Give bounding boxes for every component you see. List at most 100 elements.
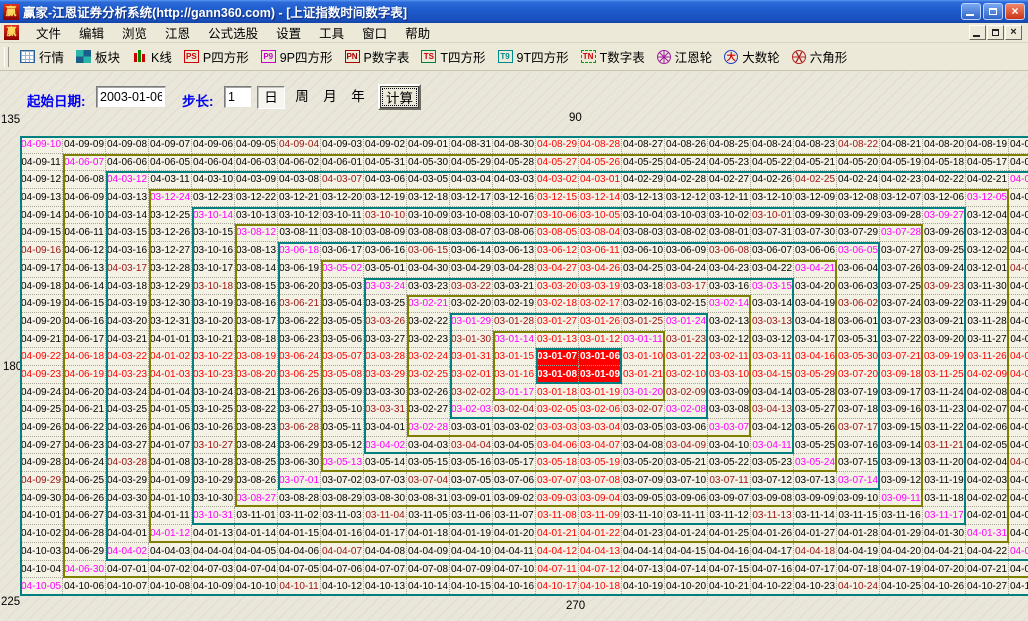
date-cell-04-02-09[interactable]: 04-02-09 — [966, 366, 1009, 384]
date-cell-03-06-03[interactable]: 03-06-03 — [837, 278, 880, 296]
date-cell-04-09-12[interactable]: 04-09-12 — [20, 171, 63, 189]
date-cell-03-11-07[interactable]: 03-11-07 — [493, 507, 536, 525]
date-cell-04-03-03[interactable]: 04-03-03 — [493, 171, 536, 189]
date-cell-03-09-12[interactable]: 03-09-12 — [880, 472, 923, 490]
date-cell-03-09-04[interactable]: 03-09-04 — [579, 490, 622, 508]
date-cell-03-04-04[interactable]: 03-04-04 — [450, 437, 493, 455]
date-cell-04-09-02[interactable]: 04-09-02 — [364, 136, 407, 154]
date-cell-04-09-09[interactable]: 04-09-09 — [63, 136, 106, 154]
date-cell-04-06-03[interactable]: 04-06-03 — [235, 154, 278, 172]
date-cell-04-06-18[interactable]: 04-06-18 — [63, 348, 106, 366]
date-cell-03-09-21[interactable]: 03-09-21 — [923, 313, 966, 331]
date-cell-03-04-02[interactable]: 03-04-02 — [364, 437, 407, 455]
date-cell-04-07-05[interactable]: 04-07-05 — [278, 561, 321, 579]
date-cell-03-07-09[interactable]: 03-07-09 — [622, 472, 665, 490]
date-cell-04-08-30[interactable]: 04-08-30 — [493, 136, 536, 154]
date-cell-04-09-03[interactable]: 04-09-03 — [321, 136, 364, 154]
date-cell-04-10-21[interactable]: 04-10-21 — [708, 578, 751, 596]
date-cell-04-01-03[interactable]: 04-01-03 — [149, 366, 192, 384]
date-cell-03-03-04[interactable]: 03-03-04 — [579, 419, 622, 437]
date-cell-03-03-20[interactable]: 03-03-20 — [536, 278, 579, 296]
date-cell-03-04-21[interactable]: 03-04-21 — [794, 260, 837, 278]
step-input[interactable] — [224, 86, 252, 108]
date-cell-04-10-13[interactable]: 04-10-13 — [364, 578, 407, 596]
date-cell-04-06-01[interactable]: 04-06-01 — [321, 154, 364, 172]
date-cell-04-07-11[interactable]: 04-07-11 — [536, 561, 579, 579]
date-cell-03-07-18[interactable]: 03-07-18 — [837, 401, 880, 419]
date-cell-03-11-30[interactable]: 03-11-30 — [966, 278, 1009, 296]
date-cell-03-05-31[interactable]: 03-05-31 — [837, 331, 880, 349]
date-cell-03-02-06[interactable]: 03-02-06 — [579, 401, 622, 419]
date-cell-03-12-16[interactable]: 03-12-16 — [493, 189, 536, 207]
date-cell-04-02-02[interactable]: 04-02-02 — [966, 490, 1009, 508]
date-cell-03-07-14[interactable]: 03-07-14 — [837, 472, 880, 490]
date-cell-03-08-09[interactable]: 03-08-09 — [364, 224, 407, 242]
date-cell-03-05-01[interactable]: 03-05-01 — [364, 260, 407, 278]
date-cell-04-04-15[interactable]: 04-04-15 — [665, 543, 708, 561]
date-cell-04-05-24[interactable]: 04-05-24 — [665, 154, 708, 172]
date-cell-03-09-03[interactable]: 03-09-03 — [536, 490, 579, 508]
date-cell-04-08-24[interactable]: 04-08-24 — [751, 136, 794, 154]
date-cell-03-10-14[interactable]: 03-10-14 — [192, 207, 235, 225]
date-cell-03-02-28[interactable]: 03-02-28 — [407, 419, 450, 437]
date-cell-04-01-04[interactable]: 04-01-04 — [149, 384, 192, 402]
date-cell-03-08-22[interactable]: 03-08-22 — [235, 401, 278, 419]
date-cell-03-05-10[interactable]: 03-05-10 — [321, 401, 364, 419]
date-cell-03-07-03[interactable]: 03-07-03 — [364, 472, 407, 490]
date-cell-04-09-10[interactable]: 04-09-10 — [20, 136, 63, 154]
date-cell-03-03-01[interactable]: 03-03-01 — [450, 419, 493, 437]
date-cell-03-02-23[interactable]: 03-02-23 — [407, 331, 450, 349]
period-button-年[interactable]: 年 — [345, 86, 371, 107]
date-cell-03-08-17[interactable]: 03-08-17 — [235, 313, 278, 331]
date-cell-03-01-22[interactable]: 03-01-22 — [665, 348, 708, 366]
date-cell-04-02-18[interactable]: 04-02-18 — [1009, 207, 1028, 225]
date-cell-03-09-16[interactable]: 03-09-16 — [880, 401, 923, 419]
date-cell-03-12-14[interactable]: 03-12-14 — [579, 189, 622, 207]
date-cell-03-05-08[interactable]: 03-05-08 — [321, 366, 364, 384]
date-cell-04-04-12[interactable]: 04-04-12 — [536, 543, 579, 561]
date-cell-04-01-12[interactable]: 04-01-12 — [149, 525, 192, 543]
date-cell-03-04-28[interactable]: 03-04-28 — [493, 260, 536, 278]
date-cell-04-02-25[interactable]: 04-02-25 — [794, 171, 837, 189]
date-cell-03-03-08[interactable]: 03-03-08 — [708, 401, 751, 419]
date-cell-03-08-13[interactable]: 03-08-13 — [235, 242, 278, 260]
date-cell-03-03-13[interactable]: 03-03-13 — [751, 313, 794, 331]
date-cell-03-07-17[interactable]: 03-07-17 — [837, 419, 880, 437]
date-cell-03-10-06[interactable]: 03-10-06 — [536, 207, 579, 225]
date-cell-03-01-25[interactable]: 03-01-25 — [622, 313, 665, 331]
toolbar-item-t-number-table[interactable]: TNT数字表 — [575, 45, 651, 68]
date-cell-04-06-06[interactable]: 04-06-06 — [106, 154, 149, 172]
date-cell-03-11-21[interactable]: 03-11-21 — [923, 437, 966, 455]
date-cell-03-09-09[interactable]: 03-09-09 — [794, 490, 837, 508]
date-cell-03-12-31[interactable]: 03-12-31 — [149, 313, 192, 331]
date-cell-03-03-12[interactable]: 03-03-12 — [751, 331, 794, 349]
date-cell-03-03-07[interactable]: 03-03-07 — [708, 419, 751, 437]
date-cell-03-01-30[interactable]: 03-01-30 — [450, 331, 493, 349]
date-cell-04-02-07[interactable]: 04-02-07 — [966, 401, 1009, 419]
date-cell-04-06-10[interactable]: 04-06-10 — [63, 207, 106, 225]
date-cell-03-05-26[interactable]: 03-05-26 — [794, 419, 837, 437]
date-cell-03-08-01[interactable]: 03-08-01 — [708, 224, 751, 242]
date-cell-03-11-13[interactable]: 03-11-13 — [751, 507, 794, 525]
date-cell-03-01-31[interactable]: 03-01-31 — [450, 348, 493, 366]
date-cell-04-09-28[interactable]: 04-09-28 — [20, 454, 63, 472]
date-cell-04-04-03[interactable]: 04-04-03 — [149, 543, 192, 561]
date-cell-03-12-17[interactable]: 03-12-17 — [450, 189, 493, 207]
date-cell-03-05-09[interactable]: 03-05-09 — [321, 384, 364, 402]
date-cell-03-03-16[interactable]: 03-03-16 — [708, 278, 751, 296]
date-cell-03-11-08[interactable]: 03-11-08 — [536, 507, 579, 525]
date-cell-04-01-29[interactable]: 04-01-29 — [880, 525, 923, 543]
date-cell-03-11-11[interactable]: 03-11-11 — [665, 507, 708, 525]
date-cell-04-06-25[interactable]: 04-06-25 — [63, 472, 106, 490]
date-cell-03-08-23[interactable]: 03-08-23 — [235, 419, 278, 437]
date-cell-03-05-06[interactable]: 03-05-06 — [321, 331, 364, 349]
date-cell-04-04-19[interactable]: 04-04-19 — [837, 543, 880, 561]
date-cell-03-05-18[interactable]: 03-05-18 — [536, 454, 579, 472]
date-cell-04-02-06[interactable]: 04-02-06 — [966, 419, 1009, 437]
date-cell-04-04-23[interactable]: 04-04-23 — [1009, 543, 1028, 561]
date-cell-04-07-09[interactable]: 04-07-09 — [450, 561, 493, 579]
date-cell-03-03-06[interactable]: 03-03-06 — [665, 419, 708, 437]
date-cell-03-05-13[interactable]: 03-05-13 — [321, 454, 364, 472]
date-cell-03-06-23[interactable]: 03-06-23 — [278, 331, 321, 349]
date-cell-04-09-14[interactable]: 04-09-14 — [20, 207, 63, 225]
